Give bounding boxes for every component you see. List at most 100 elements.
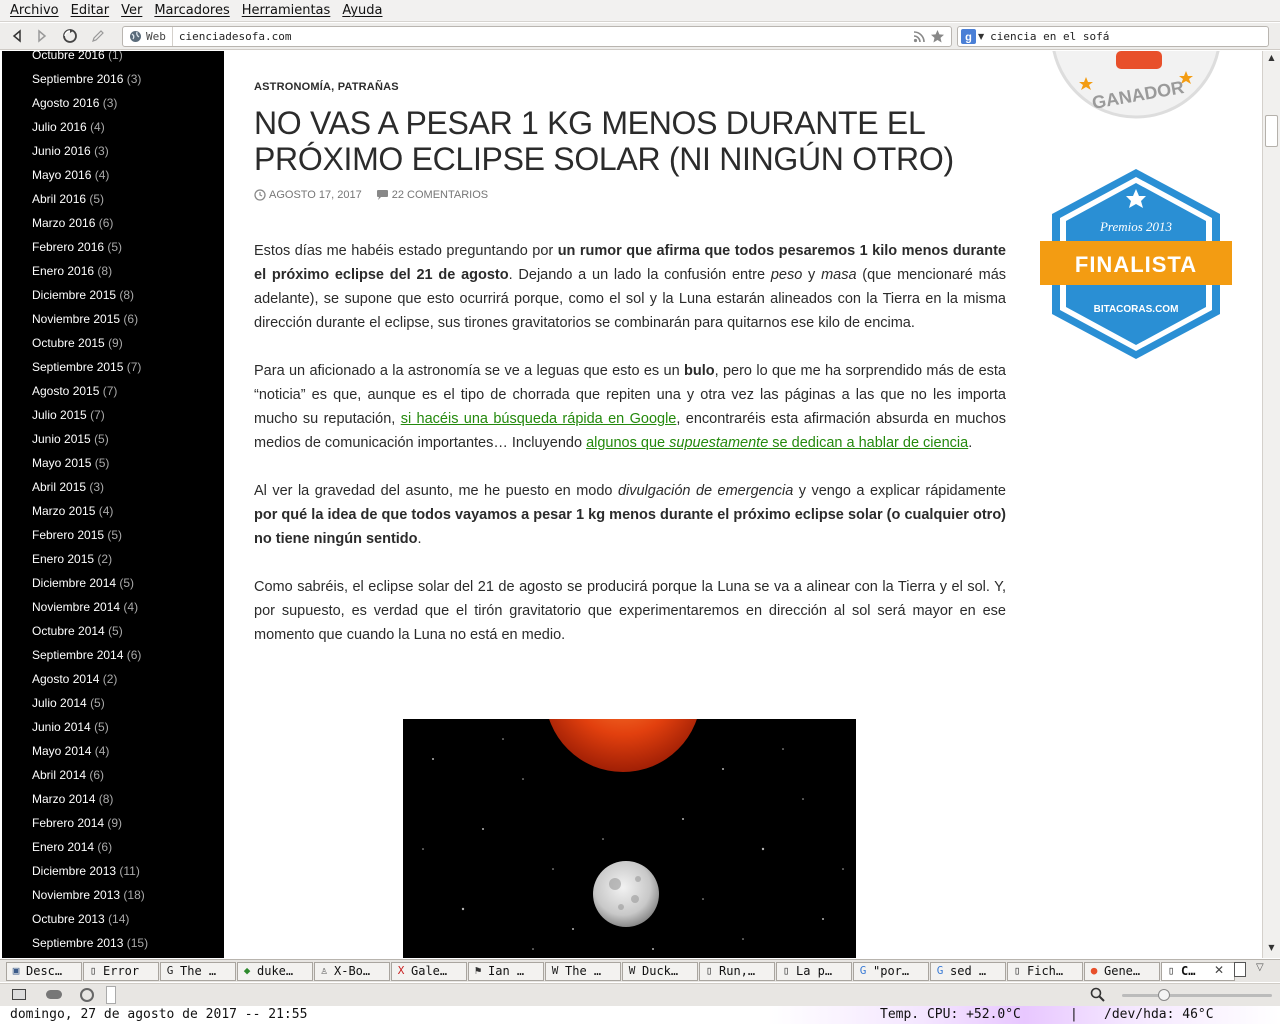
archive-month-link[interactable]: Diciembre 2015	[32, 288, 116, 302]
archive-item[interactable]: Mayo 2015 (5)	[32, 451, 148, 475]
site-identity[interactable]: Web	[123, 27, 173, 46]
category-astronomia[interactable]: ASTRONOMÍA	[254, 81, 331, 93]
taskbar-tab[interactable]: ♙ X-Bo…	[314, 961, 390, 981]
scroll-up-button[interactable]: ▲	[1265, 53, 1278, 65]
archive-item[interactable]: Julio 2015 (7)	[32, 403, 148, 427]
article-title[interactable]: NO VAS A PESAR 1 KG MENOS DURANTE EL PRÓ…	[254, 105, 974, 177]
archive-item[interactable]: Febrero 2014 (9)	[32, 811, 148, 835]
archive-item[interactable]: Septiembre 2015 (7)	[32, 355, 148, 379]
taskbar-tab[interactable]: Gsed …	[930, 961, 1006, 981]
archive-item[interactable]: Agosto 2016 (3)	[32, 91, 148, 115]
archive-month-link[interactable]: Abril 2014	[32, 768, 86, 782]
archive-month-link[interactable]: Agosto 2016	[32, 96, 99, 110]
archive-item[interactable]: Abril 2015 (3)	[32, 475, 148, 499]
taskbar-tab[interactable]: ● Gene…	[1084, 961, 1160, 981]
taskbar-tab[interactable]: W Duck…	[622, 961, 698, 981]
search-engine-selector[interactable]: g ▼	[958, 29, 984, 44]
back-button[interactable]	[5, 25, 29, 47]
taskbar-tab[interactable]: ◆ duke…	[237, 961, 313, 981]
category-patranas[interactable]: PATRAÑAS	[338, 81, 399, 93]
scroll-down-button[interactable]: ▼	[1265, 943, 1278, 955]
archive-item[interactable]: Diciembre 2014 (5)	[32, 571, 148, 595]
archive-item[interactable]: Enero 2014 (6)	[32, 835, 148, 859]
archive-month-link[interactable]: Noviembre 2013	[32, 888, 120, 902]
taskbar-tab[interactable]: W The …	[545, 961, 621, 981]
comment-count[interactable]: 22 COMENTARIOS	[392, 189, 488, 201]
url-text[interactable]: cienciadesofa.com	[173, 30, 913, 43]
archive-month-link[interactable]: Enero 2015	[32, 552, 94, 566]
archive-month-link[interactable]: Julio 2015	[32, 408, 87, 422]
taskbar-tab[interactable]: G "por…	[853, 961, 929, 981]
archive-item[interactable]: Octubre 2014 (5)	[32, 619, 148, 643]
archive-month-link[interactable]: Junio 2016	[32, 144, 91, 158]
zoom-icon[interactable]	[1090, 987, 1106, 1003]
archive-item[interactable]: Mayo 2014 (4)	[32, 739, 148, 763]
menu-herramientas[interactable]: Herramientas	[242, 3, 331, 18]
archive-item[interactable]: Marzo 2016 (6)	[32, 211, 148, 235]
taskbar-tab[interactable]: G The …	[160, 961, 236, 981]
archive-item[interactable]: Octubre 2013 (14)	[32, 907, 148, 931]
cloud-icon[interactable]	[46, 990, 62, 999]
archive-month-link[interactable]: Septiembre 2016	[32, 72, 123, 86]
archive-item[interactable]: Junio 2016 (3)	[32, 139, 148, 163]
close-tab-icon[interactable]: ✕	[1214, 963, 1224, 977]
finalist-badge[interactable]: Premios 2013 FINALISTA BITACORAS.COM	[1040, 169, 1232, 359]
taskbar-tab[interactable]: ⚑ Ian …	[468, 961, 544, 981]
archive-month-link[interactable]: Julio 2014	[32, 696, 87, 710]
archive-item[interactable]: Diciembre 2013 (11)	[32, 859, 148, 883]
archive-month-link[interactable]: Octubre 2013	[32, 912, 105, 926]
input-area[interactable]	[106, 986, 116, 1004]
archive-month-link[interactable]: Octubre 2015	[32, 336, 105, 350]
archive-month-link[interactable]: Septiembre 2015	[32, 360, 123, 374]
archive-month-link[interactable]: Agosto 2015	[32, 384, 99, 398]
edit-button[interactable]	[86, 25, 110, 47]
archive-item[interactable]: Julio 2016 (4)	[32, 115, 148, 139]
archive-month-link[interactable]: Noviembre 2014	[32, 600, 120, 614]
taskbar-tab[interactable]: X Gale…	[391, 961, 467, 981]
archive-item[interactable]: Febrero 2015 (5)	[32, 523, 148, 547]
tab-overflow-chevron-icon[interactable]: ▽	[1256, 962, 1264, 973]
archive-item[interactable]: Julio 2014 (5)	[32, 691, 148, 715]
archive-item[interactable]: Junio 2015 (5)	[32, 427, 148, 451]
scroll-thumb[interactable]	[1265, 115, 1278, 147]
search-bar[interactable]: g ▼ ciencia en el sofá	[957, 26, 1269, 47]
zoom-slider-handle[interactable]	[1158, 989, 1170, 1001]
archive-month-link[interactable]: Enero 2014	[32, 840, 94, 854]
archive-month-link[interactable]: Octubre 2016	[32, 51, 105, 62]
archive-month-link[interactable]: Febrero 2016	[32, 240, 104, 254]
archive-month-link[interactable]: Mayo 2014	[32, 744, 91, 758]
url-bar[interactable]: Web cienciadesofa.com	[122, 26, 952, 47]
archive-month-link[interactable]: Abril 2016	[32, 192, 86, 206]
taskbar-tab[interactable]: ▯ Fich…	[1007, 961, 1083, 981]
menu-editar[interactable]: Editar	[71, 3, 110, 18]
archive-item[interactable]: Octubre 2015 (9)	[32, 331, 148, 355]
archive-item[interactable]: Diciembre 2015 (8)	[32, 283, 148, 307]
archive-month-link[interactable]: Febrero 2014	[32, 816, 104, 830]
archive-month-link[interactable]: Diciembre 2014	[32, 576, 116, 590]
page-scrollbar[interactable]: ▲ ▼	[1262, 51, 1280, 958]
forward-button[interactable]	[30, 25, 54, 47]
archive-month-link[interactable]: Noviembre 2015	[32, 312, 120, 326]
new-tab-icon[interactable]	[1234, 962, 1246, 977]
archive-month-link[interactable]: Marzo 2015	[32, 504, 95, 518]
google-search-link[interactable]: si hacéis una búsqueda rápida en Google	[401, 411, 677, 427]
archive-item[interactable]: Mayo 2016 (4)	[32, 163, 148, 187]
archive-item[interactable]: Abril 2016 (5)	[32, 187, 148, 211]
archive-month-link[interactable]: Marzo 2016	[32, 216, 95, 230]
archive-item[interactable]: Febrero 2016 (5)	[32, 235, 148, 259]
archive-item[interactable]: Abril 2014 (6)	[32, 763, 148, 787]
archive-item[interactable]: Marzo 2014 (8)	[32, 787, 148, 811]
archive-month-link[interactable]: Enero 2016	[32, 264, 94, 278]
taskbar-tab[interactable]: ▯ Run,…	[699, 961, 775, 981]
gauge-icon[interactable]	[80, 988, 94, 1002]
archive-month-link[interactable]: Septiembre 2014	[32, 648, 123, 662]
rss-icon[interactable]	[913, 30, 926, 43]
archive-month-link[interactable]: Febrero 2015	[32, 528, 104, 542]
archive-item[interactable]: Agosto 2015 (7)	[32, 379, 148, 403]
archive-month-link[interactable]: Septiembre 2013	[32, 936, 123, 950]
reload-button[interactable]	[58, 25, 82, 47]
post-date[interactable]: AGOSTO 17, 2017	[269, 189, 362, 201]
zoom-slider[interactable]	[1122, 994, 1272, 997]
archive-item[interactable]: Septiembre 2016 (3)	[32, 67, 148, 91]
archive-item[interactable]: Marzo 2015 (4)	[32, 499, 148, 523]
